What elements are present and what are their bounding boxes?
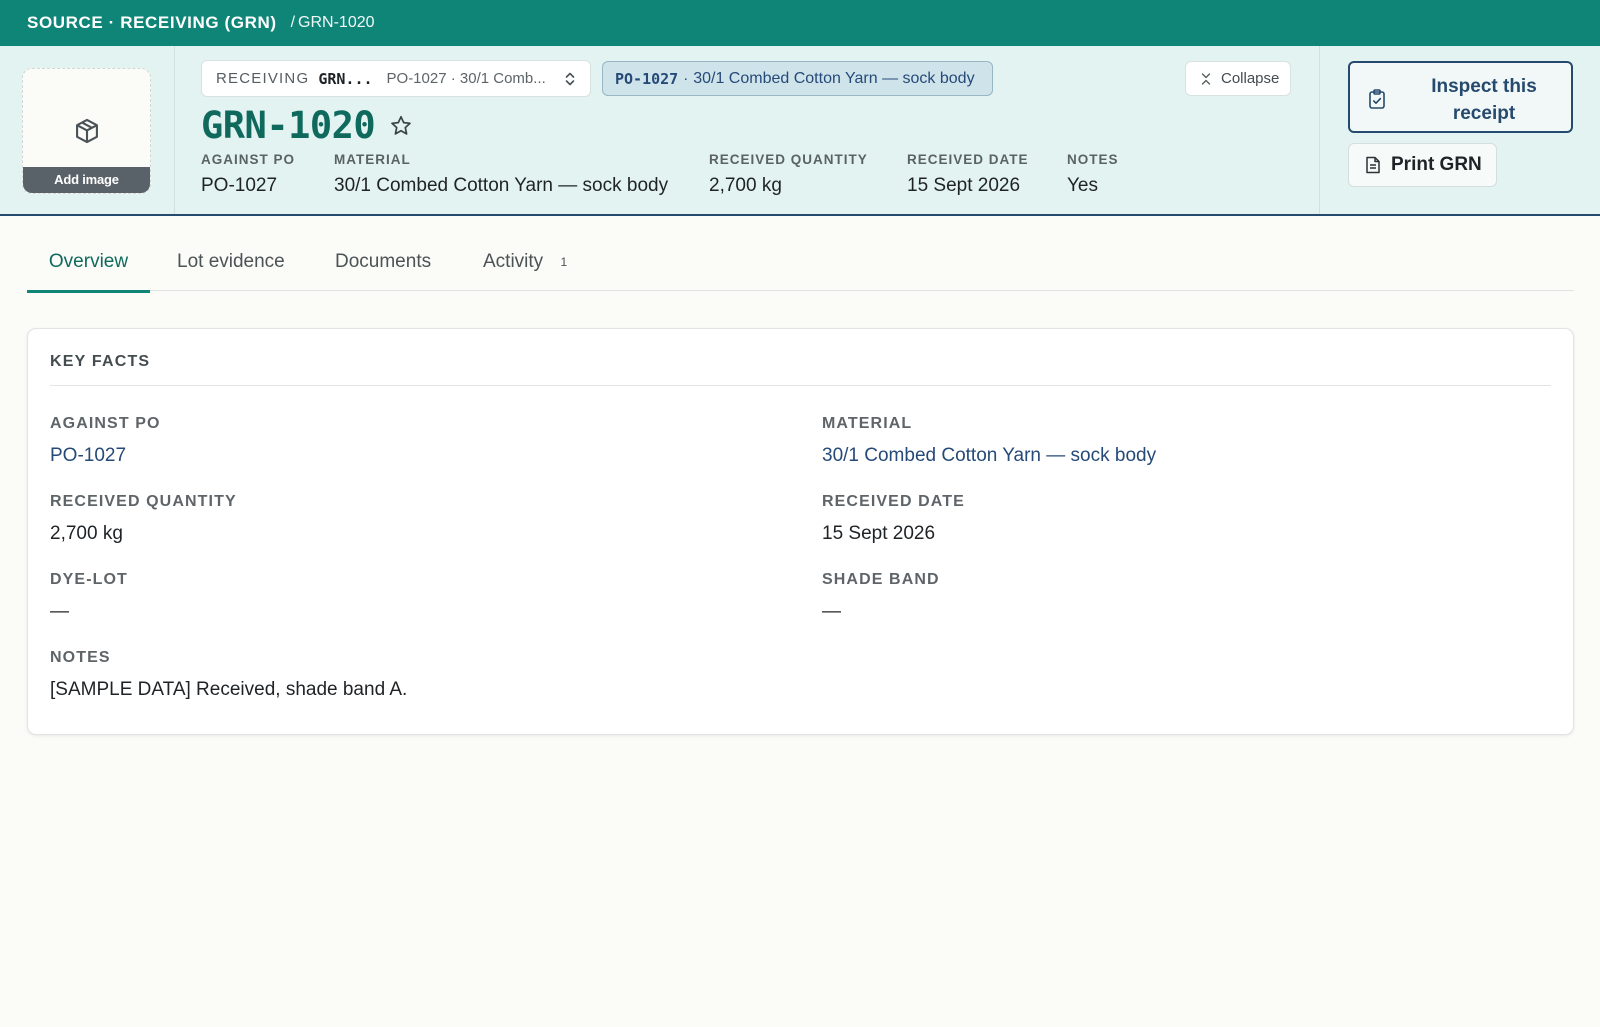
summary-value: Yes xyxy=(1067,175,1098,196)
fact-received-quantity: RECEIVED QUANTITY 2,700 kg xyxy=(50,493,237,545)
summary-value: 2,700 kg xyxy=(709,175,782,196)
fact-label: RECEIVED DATE xyxy=(822,493,965,510)
fact-against-po: AGAINST PO PO-1027 xyxy=(50,415,161,467)
record-switcher[interactable]: RECEIVING GRN... PO-1027 · 30/1 Comb... xyxy=(201,60,591,97)
page-title: GRN-1020 xyxy=(201,104,376,147)
summary-label: AGAINST PO xyxy=(201,152,296,167)
fact-label: RECEIVED QUANTITY xyxy=(50,493,237,510)
thumbnail-column: Add image xyxy=(0,46,175,214)
tab-count-badge: 1 xyxy=(560,254,568,269)
key-facts-card: KEY FACTS AGAINST PO PO-1027 MATERIAL 30… xyxy=(27,328,1574,735)
summary-label: RECEIVED DATE xyxy=(907,152,1029,167)
breadcrumb-root[interactable]: SOURCE · RECEIVING (GRN) xyxy=(27,13,277,33)
summary-received-quantity: RECEIVED QUANTITY 2,700 kg xyxy=(709,152,868,197)
star-icon[interactable] xyxy=(389,114,413,138)
fact-value: 2,700 kg xyxy=(50,523,123,544)
breadcrumb-separator: / xyxy=(290,14,296,31)
title-row: GRN-1020 xyxy=(201,104,413,147)
clipboard-check-icon xyxy=(1369,89,1385,109)
summary-value: 30/1 Combed Cotton Yarn — sock body xyxy=(334,175,669,196)
fact-value: — xyxy=(822,601,841,622)
fact-label: MATERIAL xyxy=(822,415,913,432)
switcher-description: PO-1027 · 30/1 Comb... xyxy=(386,70,546,87)
fact-material: MATERIAL 30/1 Combed Cotton Yarn — sock … xyxy=(822,415,1156,467)
tab-label: Overview xyxy=(48,251,129,272)
po-chip-description: 30/1 Combed Cotton Yarn — sock body xyxy=(693,69,975,87)
inspect-receipt-button[interactable]: Inspect this receipt xyxy=(1348,61,1573,133)
tab-label: Documents xyxy=(335,251,432,272)
fact-label: AGAINST PO xyxy=(50,415,161,432)
breadcrumb: SOURCE · RECEIVING (GRN) / GRN-1020 xyxy=(0,0,1600,46)
card-title: KEY FACTS xyxy=(50,353,151,370)
linked-po-chip[interactable]: PO-1027 · 30/1 Combed Cotton Yarn — sock… xyxy=(602,61,993,96)
summary-value: PO-1027 xyxy=(201,175,278,196)
summary-label: MATERIAL xyxy=(334,152,411,167)
switcher-code: GRN... xyxy=(318,69,373,88)
fact-value: [SAMPLE DATA] Received, shade band A. xyxy=(50,679,408,700)
active-tab-indicator xyxy=(27,290,150,293)
summary-label: RECEIVED QUANTITY xyxy=(709,152,868,167)
against-po-link[interactable]: PO-1027 xyxy=(50,445,161,467)
collapse-label: Collapse xyxy=(1221,70,1280,87)
switcher-type: RECEIVING xyxy=(216,70,310,87)
summary-against-po: AGAINST PO PO-1027 xyxy=(201,152,295,197)
fact-shade-band: SHADE BAND — xyxy=(822,571,940,623)
fact-value: — xyxy=(50,601,69,622)
fact-value: 15 Sept 2026 xyxy=(822,523,936,544)
tab-activity[interactable]: Activity 1 xyxy=(483,243,567,291)
fact-dye-lot: DYE-LOT — xyxy=(50,571,128,623)
po-chip-separator: · xyxy=(683,70,689,87)
tab-label: Lot evidence xyxy=(177,251,285,272)
tab-overview[interactable]: Overview xyxy=(27,243,150,293)
actions-column: Inspect this receipt Print GRN xyxy=(1319,46,1600,214)
tab-documents[interactable]: Documents xyxy=(335,243,431,291)
summary-value: 15 Sept 2026 xyxy=(907,175,1021,196)
print-grn-label: Print GRN xyxy=(1391,154,1482,175)
summary-received-date: RECEIVED DATE 15 Sept 2026 xyxy=(907,152,1029,197)
record-header: Add image RECEIVING GRN... PO-1027 · 30/… xyxy=(0,46,1600,216)
summary-material: MATERIAL 30/1 Combed Cotton Yarn — sock … xyxy=(334,152,668,197)
fact-label: SHADE BAND xyxy=(822,571,940,588)
material-link[interactable]: 30/1 Combed Cotton Yarn — sock body xyxy=(822,445,1156,467)
summary-notes: NOTES Yes xyxy=(1067,152,1119,197)
chevron-up-down-icon xyxy=(565,72,575,86)
fact-notes: NOTES [SAMPLE DATA] Received, shade band… xyxy=(50,649,407,701)
tab-lot-evidence[interactable]: Lot evidence xyxy=(177,243,285,291)
fact-received-date: RECEIVED DATE 15 Sept 2026 xyxy=(822,493,965,545)
tab-bar: Overview Lot evidence Documents Activity… xyxy=(27,243,1574,293)
fact-label: DYE-LOT xyxy=(50,571,128,588)
add-image-label: Add image xyxy=(23,167,150,193)
print-grn-button[interactable]: Print GRN xyxy=(1348,143,1497,187)
package-icon xyxy=(76,118,98,144)
inspect-receipt-label: Inspect this receipt xyxy=(1431,76,1537,124)
collapse-button[interactable]: Collapse xyxy=(1185,61,1291,96)
collapse-icon xyxy=(1201,72,1211,85)
add-image-dropzone[interactable]: Add image xyxy=(22,68,151,194)
breadcrumb-current: GRN-1020 xyxy=(298,14,375,31)
fact-label: NOTES xyxy=(50,649,111,666)
divider xyxy=(50,385,1551,386)
summary-label: NOTES xyxy=(1067,152,1119,167)
po-chip-code: PO-1027 xyxy=(615,69,679,88)
document-icon xyxy=(1366,156,1380,174)
tab-label: Activity xyxy=(483,251,544,272)
